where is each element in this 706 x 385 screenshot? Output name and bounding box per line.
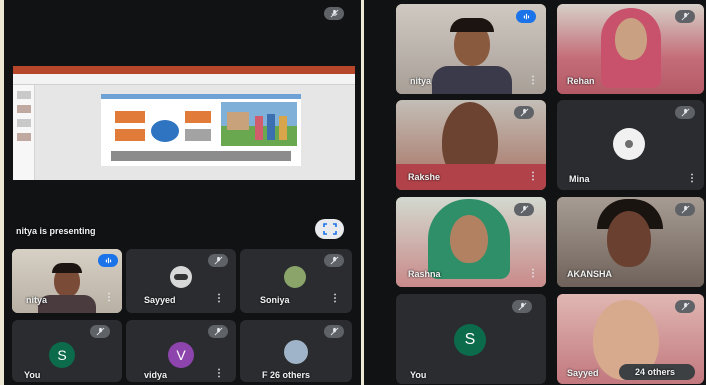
participant-name: You [24,370,41,380]
slide-diagram-center [151,120,179,142]
participant-tile-vidya[interactable]: V vidya ⋮ [126,320,236,382]
mic-active-icon [98,254,118,267]
participant-tile-akansha[interactable]: AKANSHA [557,197,704,287]
participant-name: vidya [144,370,168,380]
participant-face [450,215,488,263]
left-meeting-window: nitya is presenting nitya ⋮ Sayyed ⋮ Son… [4,0,361,385]
mic-muted-icon [514,106,534,119]
more-options-icon[interactable]: ⋮ [214,369,224,379]
participant-name: Sayyed [144,295,176,305]
presentation-mic-muted-icon[interactable] [324,7,344,20]
participant-avatar-vidya: V [168,342,194,368]
slide-diagram-box [185,111,211,123]
more-options-icon[interactable]: ⋮ [528,76,538,86]
right-meeting-window: nitya ⋮ Rehan Rakshe ⋮ Mina ⋮ Rashna ⋮ A… [364,0,706,385]
participant-face [615,18,647,60]
participant-tile-others[interactable]: F 26 others [240,320,352,382]
slide-diagram-box [115,129,145,141]
mic-muted-icon [675,300,695,313]
participant-avatar-sayyed [170,266,192,288]
participant-avatar-you: S [49,342,75,368]
participant-name: AKANSHA [567,269,612,279]
more-options-icon[interactable]: ⋮ [687,174,697,184]
participant-tile-mina[interactable]: Mina ⋮ [557,100,704,190]
participant-name: Rashna [408,269,441,279]
participant-name: nitya [410,76,432,86]
more-options-icon[interactable]: ⋮ [528,269,538,279]
slide-diagram-box [115,111,145,123]
participant-tile-nitya[interactable]: nitya ⋮ [12,249,122,313]
participant-name: nitya [26,295,48,305]
ppt-thumbnail-pane [13,85,35,180]
slide-canvas [101,94,301,166]
participant-tile-you[interactable]: S You [396,294,546,384]
participant-face [607,211,651,267]
mic-active-icon [516,10,536,23]
participant-name: Rehan [567,76,595,86]
participant-tile-rashna[interactable]: Rashna ⋮ [396,197,546,287]
participant-avatar-mina [613,128,645,160]
participant-tile-rakshe[interactable]: Rakshe ⋮ [396,100,546,190]
participant-tile-sayyed[interactable]: Sayyed ⋮ [126,249,236,313]
mic-muted-icon [675,203,695,216]
mic-muted-icon [512,300,532,313]
others-count-label: F 26 others [262,370,311,380]
slide-footer-bar [111,151,291,161]
fullscreen-button[interactable] [315,219,344,239]
mic-muted-icon [208,254,228,267]
slide-picture [221,102,297,146]
presentation-slide [13,66,355,180]
mic-muted-icon [208,325,228,338]
participant-tile-you[interactable]: S You [12,320,122,382]
ppt-ribbon [13,74,355,85]
mic-muted-icon [675,106,695,119]
more-options-icon[interactable]: ⋮ [104,293,114,303]
presentation-caption: nitya is presenting [16,226,96,236]
mic-muted-icon [324,254,344,267]
fullscreen-icon [322,223,337,235]
participant-name: Mina [569,174,590,184]
participant-tile-soniya[interactable]: Soniya ⋮ [240,249,352,313]
participant-tile-rehan[interactable]: Rehan [557,4,704,94]
others-count-label: 24 others [635,367,676,377]
participant-name: Sayyed [567,368,599,378]
mic-muted-icon [514,203,534,216]
participant-avatar-you: S [454,324,486,356]
participant-name: Soniya [260,295,290,305]
mic-muted-icon [324,325,344,338]
slide-diagram-box [185,129,211,141]
participant-tile-sayyed[interactable]: Sayyed 24 others [557,294,704,384]
mic-muted-icon [90,325,110,338]
mic-muted-icon [675,10,695,23]
more-options-icon[interactable]: ⋮ [330,294,340,304]
participant-name: Rakshe [408,172,441,182]
participant-name: You [410,370,427,380]
participant-tile-nitya[interactable]: nitya ⋮ [396,4,546,94]
others-avatar [284,340,308,364]
more-options-icon[interactable]: ⋮ [214,294,224,304]
screenshot-frame: nitya is presenting nitya ⋮ Sayyed ⋮ Son… [0,0,706,385]
participant-avatar-soniya [284,266,306,288]
ppt-title-bar [13,66,355,74]
more-options-icon[interactable]: ⋮ [528,172,538,182]
